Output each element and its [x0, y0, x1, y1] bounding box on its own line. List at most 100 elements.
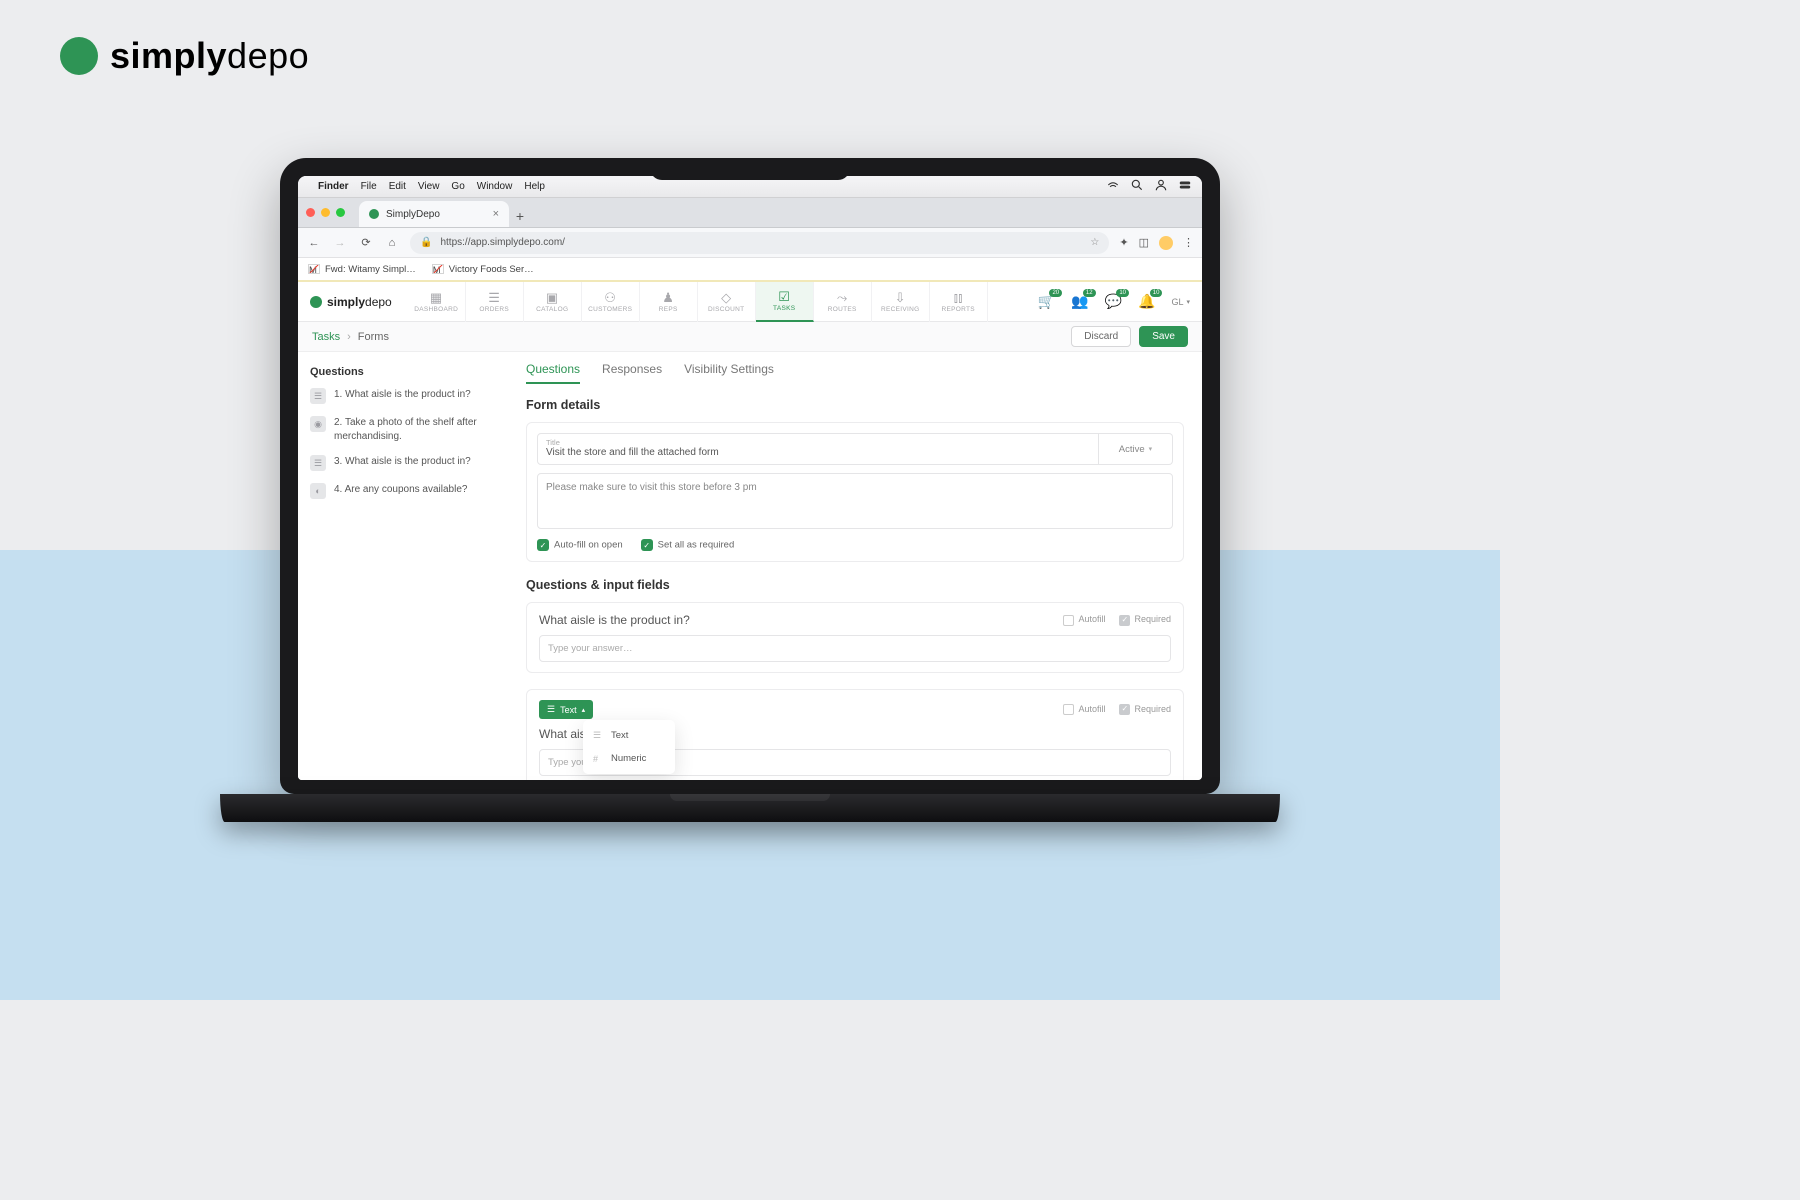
answer-input[interactable]: Type your answer…: [539, 635, 1171, 662]
form-title-input[interactable]: Title Visit the store and fill the attac…: [537, 433, 1099, 465]
mac-menu-file[interactable]: File: [361, 181, 377, 192]
wifi-icon[interactable]: [1106, 178, 1120, 195]
form-status-dropdown[interactable]: Active▾: [1099, 433, 1173, 465]
side-panel-icon[interactable]: ◫: [1139, 236, 1149, 249]
catalog-icon: ▣: [546, 291, 559, 304]
sidebar-question-item[interactable]: ☰ 1. What aisle is the product in?: [310, 388, 496, 404]
sidebar-question-item[interactable]: ◐ 4. Are any coupons available?: [310, 483, 496, 499]
nav-reports[interactable]: ⫾⫾REPORTS: [930, 282, 988, 322]
routes-icon: ⤳: [837, 291, 848, 304]
lock-icon: 🔒: [420, 237, 432, 248]
breadcrumb-bar: Tasks › Forms Discard Save: [298, 322, 1202, 352]
question-card: What aisle is the product in? Autofill R…: [526, 602, 1184, 673]
nav-routes[interactable]: ⤳ROUTES: [814, 282, 872, 322]
question-title: What aisle is the product in?: [539, 613, 690, 627]
cart-icon[interactable]: 🛒20: [1038, 293, 1055, 310]
minimize-window-icon[interactable]: [321, 208, 330, 217]
mac-menu-help[interactable]: Help: [524, 181, 545, 192]
type-option-numeric[interactable]: #Numeric: [583, 747, 675, 770]
control-center-icon[interactable]: [1178, 178, 1192, 195]
back-icon[interactable]: ←: [306, 237, 322, 249]
top-nav: ▦DASHBOARD ☰ORDERS ▣CATALOG ⚇CUSTOMERS ♟…: [408, 282, 988, 322]
question-type-dropdown[interactable]: ☰ Text ▴: [539, 700, 593, 719]
nav-receiving[interactable]: ⇩RECEIVING: [872, 282, 930, 322]
chrome-menu-icon[interactable]: ⋮: [1183, 236, 1194, 249]
reload-icon[interactable]: ⟳: [358, 236, 374, 249]
laptop-mockup: Finder File Edit View Go Window Help: [280, 158, 1220, 822]
mac-menu-window[interactable]: Window: [477, 181, 513, 192]
spotlight-icon[interactable]: [1130, 178, 1144, 195]
nav-reps[interactable]: ♟REPS: [640, 282, 698, 322]
save-button[interactable]: Save: [1139, 326, 1188, 347]
bookmark-label: Fwd: Witamy Simpl…: [325, 264, 416, 275]
tab-visibility[interactable]: Visibility Settings: [684, 362, 774, 384]
numeric-type-icon: #: [593, 754, 603, 764]
sidebar-question-item[interactable]: ☰ 3. What aisle is the product in?: [310, 455, 496, 471]
nav-dashboard[interactable]: ▦DASHBOARD: [408, 282, 466, 322]
bell-icon[interactable]: 🔔10: [1138, 293, 1155, 310]
app-logo[interactable]: simplydepo: [310, 295, 392, 309]
mac-menu-edit[interactable]: Edit: [389, 181, 406, 192]
nav-orders[interactable]: ☰ORDERS: [466, 282, 524, 322]
text-type-icon: ☰: [547, 704, 555, 715]
tab-favicon-icon: [369, 209, 379, 219]
mac-menu-go[interactable]: Go: [451, 181, 464, 192]
forward-icon[interactable]: →: [332, 237, 348, 249]
orders-icon: ☰: [488, 291, 500, 304]
nav-catalog[interactable]: ▣CATALOG: [524, 282, 582, 322]
close-window-icon[interactable]: [306, 208, 315, 217]
sidebar-question-item[interactable]: ◉ 2. Take a photo of the shelf after mer…: [310, 416, 496, 443]
question-card: ☰ Text ▴ Autofill Required What aisle … …: [526, 689, 1184, 780]
discard-button[interactable]: Discard: [1071, 326, 1131, 347]
user-menu[interactable]: GL ▾: [1171, 297, 1190, 307]
nav-discount[interactable]: ◇DISCOUNT: [698, 282, 756, 322]
text-question-icon: ☰: [310, 455, 326, 471]
new-tab-button[interactable]: +: [509, 205, 531, 227]
chat-icon[interactable]: 💬10: [1105, 293, 1122, 310]
checkbox-checked-icon: ✓: [537, 539, 549, 551]
bookmark-item[interactable]: M Fwd: Witamy Simpl…: [308, 264, 416, 275]
question-autofill-checkbox[interactable]: Autofill: [1063, 614, 1105, 625]
autofill-on-open-checkbox[interactable]: ✓Auto-fill on open: [537, 539, 623, 551]
mac-menu-app[interactable]: Finder: [318, 181, 349, 192]
team-icon[interactable]: 👥12: [1071, 293, 1088, 310]
form-tabs: Questions Responses Visibility Settings: [526, 362, 1184, 384]
gmail-icon: M: [432, 264, 444, 274]
main-panel: Questions Responses Visibility Settings …: [508, 352, 1202, 780]
form-title-label: Title: [546, 438, 1090, 447]
browser-tab[interactable]: SimplyDepo ×: [359, 201, 509, 227]
extensions-icon[interactable]: ✦: [1119, 236, 1128, 249]
app-root: simplydepo ▦DASHBOARD ☰ORDERS ▣CATALOG ⚇…: [298, 282, 1202, 780]
profile-avatar-icon[interactable]: [1159, 236, 1173, 250]
cart-badge: 20: [1049, 289, 1062, 297]
brand-dot-icon: [60, 37, 98, 75]
bookmark-star-icon[interactable]: ☆: [1090, 237, 1099, 248]
discount-icon: ◇: [721, 291, 731, 304]
tab-title: SimplyDepo: [386, 209, 440, 220]
reports-icon: ⫾⫾: [954, 291, 963, 304]
tab-responses[interactable]: Responses: [602, 362, 662, 384]
nav-tasks[interactable]: ☑TASKS: [756, 282, 814, 322]
set-all-required-checkbox[interactable]: ✓Set all as required: [641, 539, 735, 551]
mac-menu-view[interactable]: View: [418, 181, 440, 192]
nav-customers[interactable]: ⚇CUSTOMERS: [582, 282, 640, 322]
gmail-icon: M: [308, 264, 320, 274]
crumb-tasks[interactable]: Tasks: [312, 331, 340, 343]
bookmark-item[interactable]: M Victory Foods Ser…: [432, 264, 534, 275]
dashboard-icon: ▦: [430, 291, 443, 304]
tab-close-icon[interactable]: ×: [493, 208, 499, 220]
app-header: simplydepo ▦DASHBOARD ☰ORDERS ▣CATALOG ⚇…: [298, 282, 1202, 322]
address-bar[interactable]: 🔒 https://app.simplydepo.com/ ☆: [410, 232, 1109, 254]
tab-questions[interactable]: Questions: [526, 362, 580, 384]
question-autofill-checkbox[interactable]: Autofill: [1063, 704, 1105, 715]
question-required-checkbox[interactable]: Required: [1119, 704, 1171, 715]
questions-sidebar: Questions ☰ 1. What aisle is the product…: [298, 352, 508, 780]
user-menubar-icon[interactable]: [1154, 178, 1168, 195]
type-option-text[interactable]: ☰Text: [583, 724, 675, 747]
home-icon[interactable]: ⌂: [384, 237, 400, 249]
form-description-input[interactable]: Please make sure to visit this store bef…: [537, 473, 1173, 529]
crumb-forms: Forms: [358, 331, 389, 343]
window-traffic-lights[interactable]: [306, 208, 345, 217]
question-required-checkbox[interactable]: Required: [1119, 614, 1171, 625]
fullscreen-window-icon[interactable]: [336, 208, 345, 217]
